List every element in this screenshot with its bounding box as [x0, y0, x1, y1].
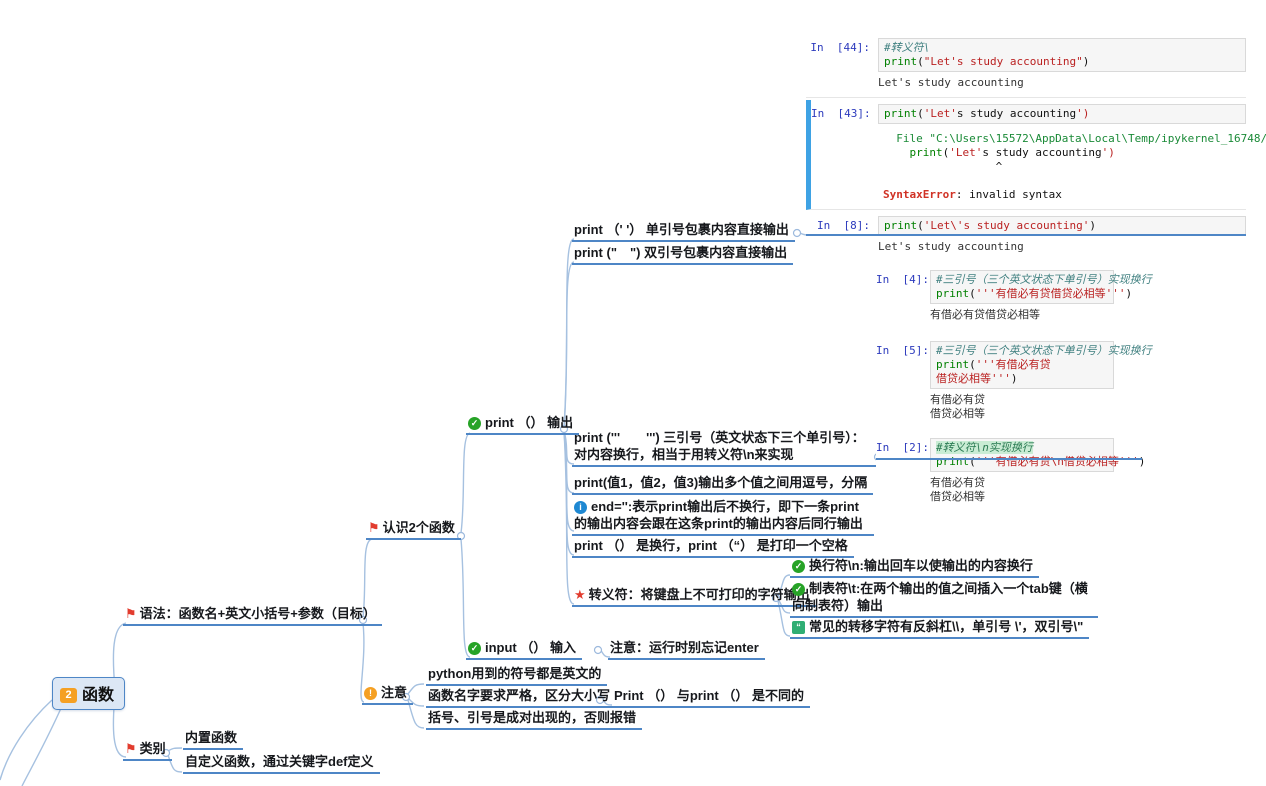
topic-end-param[interactable]: i end='':表示print输出后不换行，即下一条print的输出内容会跟在这…	[572, 497, 874, 536]
cell-input[interactable]: #转义符\n实现换行 print('''有借必有贷\n借贷必相等''')	[930, 438, 1145, 472]
topic-custom-functions[interactable]: 自定义函数，通过关键字def定义	[183, 752, 380, 774]
topic-newline-space[interactable]: print （） 是换行，print （“） 是打印一个空格	[572, 536, 854, 558]
cell-prompt: In [44]:	[810, 41, 870, 54]
quote-icon: “	[792, 621, 805, 634]
topic-two-functions[interactable]: ⚑ 认识2个函数	[366, 518, 461, 540]
cell-input[interactable]: #三引号（三个英文状态下单引号）实现换行print('''有借必有贷借贷必相等'…	[930, 341, 1152, 389]
topic-label: Print （） 与print （） 是不同的	[614, 688, 804, 703]
star-icon: ★	[574, 587, 586, 602]
topic-label: 内置函数	[185, 730, 238, 745]
topic-syntax[interactable]: ⚑ 语法：函数名+英文小括号+参数（目标）	[123, 604, 382, 626]
topic-label: 注意：运行时别忘记enter	[610, 640, 759, 655]
topic-escape-tab[interactable]: ✓ 制表符\t:在两个输出的值之间插入一个tab键（横向制表符）输出	[790, 579, 1098, 618]
topic-multi-values[interactable]: print(值1，值2，值3)输出多个值之间用逗号，分隔	[572, 473, 874, 495]
screenshot-topic-underline	[876, 458, 1142, 460]
notebook-screenshot-group-b: In [4]: #三引号（三个英文状态下单引号）实现换行 print('''有借必…	[876, 266, 1246, 513]
cell-prompt: In [4]:	[876, 273, 929, 286]
topic-label: 制表符\t:在两个输出的值之间插入一个tab键（横向制表符）输出	[792, 581, 1088, 613]
screenshot-topic-underline	[806, 234, 1246, 236]
notebook-cell-8: In [8]: print('Let\'s study accounting')…	[806, 212, 1246, 261]
topic-label: 注意	[381, 685, 408, 700]
topic-single-quote[interactable]: print （' '） 单引号包裹内容直接输出	[572, 220, 795, 242]
check-icon: ✓	[468, 642, 481, 655]
cell-prompt: In [43]:	[811, 107, 871, 120]
topic-label: python用到的符号都是英文的	[428, 666, 602, 681]
topic-print-output[interactable]: ✓ print （） 输出	[466, 413, 580, 435]
collapse-handle[interactable]	[593, 645, 603, 655]
topic-label: print （） 输出	[485, 415, 574, 430]
flag-icon: ⚑	[125, 606, 137, 621]
topic-label: print(值1，值2，值3)输出多个值之间用逗号，分隔	[574, 475, 868, 490]
topic-label: 语法：函数名+英文小括号+参数（目标）	[139, 606, 376, 621]
topic-label: 认识2个函数	[382, 520, 455, 535]
cell-output: Let's study accounting	[878, 76, 1024, 89]
root-topic-function[interactable]: 2 函数	[52, 677, 126, 710]
cell-output: 有借必有贷借贷必相等	[930, 393, 985, 420]
topic-attention[interactable]: ! 注意	[362, 683, 414, 705]
flag-icon: ⚑	[368, 520, 380, 535]
topic-attention-symbols[interactable]: python用到的符号都是英文的	[426, 664, 608, 686]
warning-icon: !	[364, 687, 377, 700]
topic-label: 括号、引号是成对出现的，否则报错	[428, 710, 637, 725]
cell-prompt: In [2]:	[876, 441, 929, 454]
cell-output: 有借必有贷借贷必相等	[930, 308, 1040, 321]
mindmap-canvas: 2 函数 ⚑ 语法：函数名+英文小括号+参数（目标） ⚑ 认识2个函数 ✓ print …	[0, 0, 1266, 786]
cell-output: 有借必有贷借贷必相等	[930, 476, 985, 503]
notebook-cell-44: In [44]: #转义符\ print("Let's study account…	[806, 34, 1246, 98]
notebook-cell-2: In [2]: #转义符\n实现换行 print('''有借必有贷\n借贷必相等'…	[876, 434, 1246, 511]
cell-prompt: In [8]:	[817, 219, 870, 232]
topic-label: 常见的转移字符有反斜杠\\，单引号 \'，双引号\"	[809, 619, 1084, 634]
cell-input[interactable]: print('Let's study accounting')	[878, 104, 1246, 124]
notebook-screenshot-group-a: In [44]: #转义符\ print("Let's study account…	[806, 34, 1266, 263]
topic-label: end='':表示print输出后不换行，即下一条print的输出内容会跟在这条…	[574, 499, 863, 531]
topic-attention-case-note[interactable]: Print （） 与print （） 是不同的	[612, 686, 810, 708]
cell-prompt: In [5]:	[876, 344, 929, 357]
notebook-cell-4: In [4]: #三引号（三个英文状态下单引号）实现换行 print('''有借必…	[876, 266, 1246, 329]
topic-builtin-functions[interactable]: 内置函数	[183, 728, 244, 750]
topic-attention-pairs[interactable]: 括号、引号是成对出现的，否则报错	[426, 708, 643, 730]
topic-label: 函数名字要求严格，区分大小写	[428, 688, 611, 703]
info-icon: i	[574, 501, 587, 514]
topic-label: 换行符\n:输出回车以使输出的内容换行	[809, 558, 1033, 573]
topic-label: print (" ") 双引号包裹内容直接输出	[574, 245, 788, 260]
flag-icon: ⚑	[125, 741, 137, 756]
topic-input-note[interactable]: 注意：运行时别忘记enter	[608, 638, 765, 660]
priority-badge: 2	[60, 688, 77, 703]
notebook-cell-5: In [5]: #三引号（三个英文状态下单引号）实现换行 print('''有借必…	[876, 337, 1246, 428]
topic-attention-case[interactable]: 函数名字要求严格，区分大小写	[426, 686, 617, 708]
topic-label: 类别	[139, 741, 166, 756]
check-icon: ✓	[792, 560, 805, 573]
topic-label: print （） 是换行，print （“） 是打印一个空格	[574, 538, 848, 553]
topic-category[interactable]: ⚑ 类别	[123, 739, 172, 761]
check-icon: ✓	[468, 417, 481, 430]
cell-input[interactable]: print('Let\'s study accounting')	[878, 216, 1246, 236]
topic-label: print (''' ''') 三引号（英文状态下三个单引号）：对内容换行，相当…	[574, 430, 865, 462]
check-icon: ✓	[792, 583, 805, 596]
notebook-cell-43[interactable]: In [43]: print('Let's study accounting')…	[806, 100, 1266, 210]
topic-double-quote[interactable]: print (" ") 双引号包裹内容直接输出	[572, 243, 794, 265]
topic-triple-quote[interactable]: print (''' ''') 三引号（英文状态下三个单引号）：对内容换行，相当…	[572, 428, 878, 467]
topic-label: print （' '） 单引号包裹内容直接输出	[574, 222, 789, 237]
topic-label: 转义符：将键盘上不可打印的字符输出	[588, 587, 810, 602]
cell-output: Let's study accounting	[878, 240, 1024, 253]
topic-input[interactable]: ✓ input （） 输入	[466, 638, 582, 660]
cell-error-output: File "C:\Users\15572\AppData\Local\Temp/…	[883, 132, 1266, 201]
topic-label: 自定义函数，通过关键字def定义	[185, 754, 374, 769]
topic-escape-char[interactable]: ★ 转义符：将键盘上不可打印的字符输出	[572, 585, 816, 607]
topic-escape-newline[interactable]: ✓ 换行符\n:输出回车以使输出的内容换行	[790, 556, 1039, 578]
cell-input[interactable]: #三引号（三个英文状态下单引号）实现换行print('''有借必有贷借贷必相等'…	[930, 270, 1152, 304]
root-label: 函数	[82, 687, 115, 704]
topic-escape-common[interactable]: “ 常见的转移字符有反斜杠\\，单引号 \'，双引号\"	[790, 617, 1090, 639]
topic-label: input （） 输入	[485, 640, 576, 655]
cell-input[interactable]: #转义符\ print("Let's study accounting")	[878, 38, 1246, 72]
